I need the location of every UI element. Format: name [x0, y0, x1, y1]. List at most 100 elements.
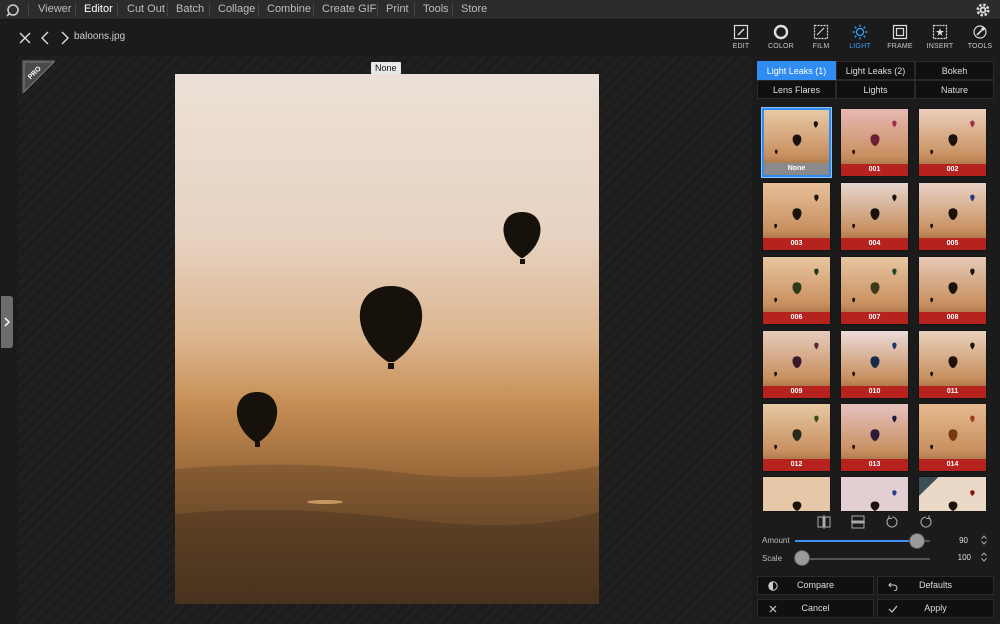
thumbnail-label: 009 — [763, 386, 830, 398]
tab-color-label: COLOR — [768, 43, 794, 50]
menu-cut-out[interactable]: Cut Out — [127, 3, 165, 15]
tab-film[interactable]: FILM — [801, 24, 841, 56]
tab-tools-label: TOOLS — [967, 43, 993, 50]
edit-icon — [733, 24, 749, 40]
tab-light-label: LIGHT — [849, 43, 871, 50]
tab-color[interactable]: COLOR — [761, 24, 801, 56]
category-nature[interactable]: Nature — [915, 80, 994, 99]
tools-icon — [973, 25, 987, 39]
amount-label: Amount — [762, 536, 790, 545]
amount-stepper-icon[interactable] — [981, 535, 987, 545]
pro-badge: PRO — [22, 60, 56, 94]
insert-icon — [932, 24, 948, 40]
thumbnail-006[interactable]: 006 — [762, 256, 831, 325]
menu-store[interactable]: Store — [461, 3, 487, 15]
thumbnail-007[interactable]: 007 — [840, 256, 909, 325]
flip-vertical-icon[interactable] — [851, 515, 865, 529]
menu-separator — [75, 3, 76, 17]
thumbnail-005[interactable]: 005 — [918, 182, 987, 251]
sidebar-toggle[interactable] — [1, 296, 13, 348]
apply-button[interactable]: Apply — [877, 599, 994, 618]
tab-insert[interactable]: INSERT — [920, 24, 960, 56]
color-icon — [773, 24, 789, 40]
thumbnail-004[interactable]: 004 — [840, 182, 909, 251]
flip-horizontal-icon[interactable] — [817, 515, 831, 529]
photo-canvas[interactable] — [175, 74, 599, 604]
scale-value[interactable]: 100 — [949, 553, 971, 562]
tab-edit[interactable]: EDIT — [721, 24, 761, 56]
thumbnail-label: 006 — [763, 312, 830, 324]
menu-viewer[interactable]: Viewer — [38, 3, 71, 15]
menu-separator — [377, 3, 378, 17]
undo-icon — [888, 582, 898, 591]
menu-separator — [313, 3, 314, 17]
next-icon[interactable] — [56, 30, 72, 46]
thumbnail-011[interactable]: 011 — [918, 330, 987, 399]
category-bokeh[interactable]: Bokeh — [915, 61, 994, 80]
menu-separator — [258, 3, 259, 17]
thumbnail-partial[interactable] — [918, 476, 987, 512]
close-icon[interactable] — [17, 30, 33, 46]
category-lights[interactable]: Lights — [836, 80, 915, 99]
menu-separator — [117, 3, 118, 17]
chevron-right-icon — [4, 317, 11, 327]
thumbnail-label: 012 — [763, 459, 830, 471]
cancel-button[interactable]: Cancel — [757, 599, 874, 618]
tab-film-label: FILM — [812, 43, 830, 50]
thumbnail-008[interactable]: 008 — [918, 256, 987, 325]
category-light-leaks-1[interactable]: Light Leaks (1) — [757, 61, 836, 80]
menubar: Viewer Editor Cut Out Batch Collage Comb… — [0, 0, 1000, 20]
app-logo-icon[interactable] — [6, 3, 20, 17]
amount-fill — [795, 540, 917, 542]
thumbnail-014[interactable]: 014 — [918, 403, 987, 472]
menu-separator — [414, 3, 415, 17]
thumbnail-label: None — [764, 163, 829, 175]
thumbnail-002[interactable]: 002 — [918, 108, 987, 177]
gear-icon[interactable] — [974, 1, 992, 19]
defaults-button[interactable]: Defaults — [877, 576, 994, 595]
rotate-left-icon[interactable] — [885, 515, 899, 529]
rotate-right-icon[interactable] — [919, 515, 933, 529]
thumbnail-003[interactable]: 003 — [762, 182, 831, 251]
frame-icon — [892, 24, 908, 40]
balloon-photo — [175, 74, 599, 604]
thumbnail-012[interactable]: 012 — [762, 403, 831, 472]
menu-batch[interactable]: Batch — [176, 3, 204, 15]
tab-frame[interactable]: FRAME — [880, 24, 920, 56]
previous-icon[interactable] — [38, 30, 54, 46]
thumbnail-partial[interactable] — [762, 476, 831, 512]
tab-edit-label: EDIT — [732, 43, 750, 50]
cancel-label: Cancel — [801, 603, 830, 613]
tab-tools[interactable]: TOOLS — [960, 24, 1000, 56]
category-lens-flares[interactable]: Lens Flares — [757, 80, 836, 99]
thumbnail-013[interactable]: 013 — [840, 403, 909, 472]
thumbnail-label: 007 — [841, 312, 908, 324]
tab-light[interactable]: LIGHT — [840, 24, 880, 56]
light-icon — [852, 24, 868, 40]
menu-editor[interactable]: Editor — [84, 3, 113, 15]
compare-button[interactable]: Compare — [757, 576, 874, 595]
compare-label: Compare — [796, 580, 834, 590]
menu-collage[interactable]: Collage — [218, 3, 255, 15]
category-light-leaks-2[interactable]: Light Leaks (2) — [836, 61, 915, 80]
menu-separator — [28, 3, 29, 17]
compare-icon — [768, 581, 778, 591]
thumbnail-label: 001 — [841, 164, 908, 176]
checkmark-icon — [888, 605, 898, 613]
scale-stepper-icon[interactable] — [981, 552, 987, 562]
menu-tools[interactable]: Tools — [423, 3, 449, 15]
thumbnail-001[interactable]: 001 — [840, 108, 909, 177]
amount-value[interactable]: 90 — [946, 536, 968, 545]
scale-slider-thumb[interactable] — [795, 551, 809, 565]
menu-create-gif[interactable]: Create GIF — [322, 3, 376, 15]
scale-label: Scale — [762, 554, 783, 563]
thumbnail-none[interactable]: None — [761, 107, 832, 178]
amount-slider-thumb[interactable] — [909, 534, 924, 548]
menu-separator — [209, 3, 210, 17]
thumbnail-partial[interactable] — [840, 476, 909, 512]
menu-print[interactable]: Print — [386, 3, 409, 15]
thumbnail-009[interactable]: 009 — [762, 330, 831, 399]
menu-combine[interactable]: Combine — [267, 3, 311, 15]
scale-track[interactable] — [795, 558, 930, 560]
thumbnail-010[interactable]: 010 — [840, 330, 909, 399]
